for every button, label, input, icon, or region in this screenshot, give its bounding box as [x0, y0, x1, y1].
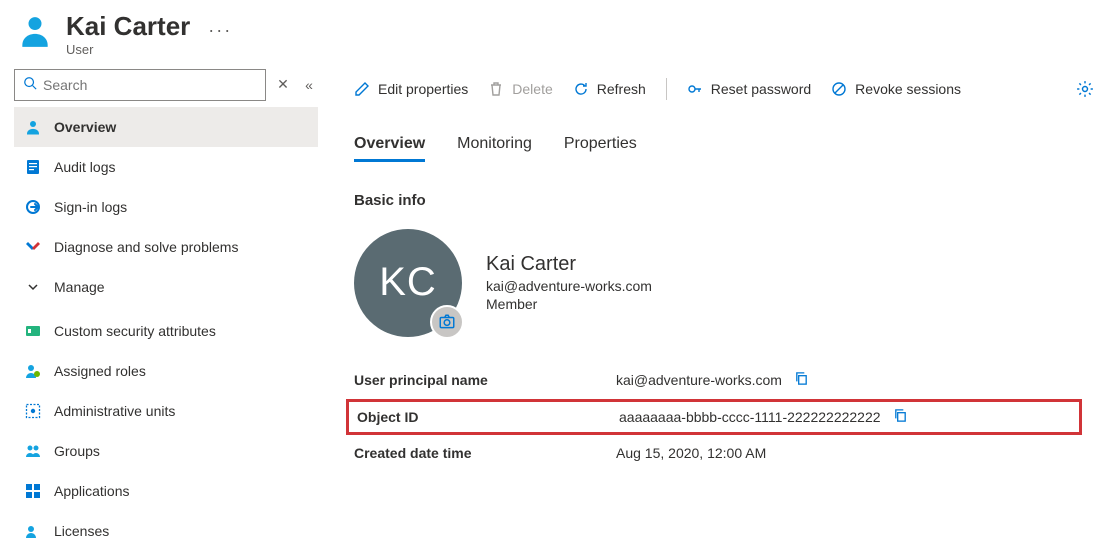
search-icon [23, 76, 37, 93]
audit-log-icon [24, 158, 42, 176]
licenses-icon [24, 522, 42, 540]
settings-button[interactable] [1076, 80, 1100, 98]
sidebar-item-licenses[interactable]: Licenses [14, 511, 318, 550]
collapse-sidebar-button[interactable]: « [300, 77, 318, 93]
profile-name: Kai Carter [486, 253, 652, 276]
tools-icon [24, 238, 42, 256]
reset-password-button[interactable]: Reset password [687, 81, 811, 97]
clear-search-button[interactable]: ✕ [274, 76, 292, 93]
signin-icon [24, 198, 42, 216]
sidebar: ✕ « Overview Audit logs [0, 61, 318, 550]
revoke-sessions-button[interactable]: Revoke sessions [831, 81, 961, 97]
profile-block: KC Kai Carter kai@adventure-works.com Me… [354, 229, 1100, 337]
sidebar-item-admin-units[interactable]: Administrative units [14, 391, 318, 431]
toolbar-divider [666, 78, 667, 100]
tab-monitoring[interactable]: Monitoring [457, 135, 532, 162]
edit-properties-button[interactable]: Edit properties [354, 81, 468, 97]
page-title: Kai Carter [66, 12, 190, 41]
profile-member-type: Member [486, 296, 652, 312]
created-label: Created date time [354, 445, 604, 461]
sidebar-item-custom-security[interactable]: Custom security attributes [14, 311, 318, 351]
person-icon [24, 118, 42, 136]
sidebar-item-label: Applications [54, 483, 130, 499]
tab-properties[interactable]: Properties [564, 135, 637, 162]
sidebar-item-audit-logs[interactable]: Audit logs [14, 147, 318, 187]
copy-upn-button[interactable] [794, 371, 809, 389]
search-input-wrapper[interactable] [14, 69, 266, 101]
object-id-row-highlighted: Object ID aaaaaaaa-bbbb-cccc-1111-222222… [346, 399, 1082, 435]
user-icon [16, 12, 54, 50]
sidebar-item-applications[interactable]: Applications [14, 471, 318, 511]
chevron-down-icon [24, 278, 42, 296]
profile-email: kai@adventure-works.com [486, 278, 652, 294]
more-actions-button[interactable]: ··· [208, 12, 232, 41]
sidebar-group-manage[interactable]: Manage [14, 267, 318, 307]
search-input[interactable] [37, 76, 257, 94]
object-id-value: aaaaaaaa-bbbb-cccc-1111-222222222222 [619, 409, 881, 425]
object-id-label: Object ID [357, 409, 607, 425]
sidebar-item-assigned-roles[interactable]: Assigned roles [14, 351, 318, 391]
change-photo-button[interactable] [430, 305, 464, 339]
avatar: KC [354, 229, 462, 337]
delete-button: Delete [488, 81, 552, 97]
groups-icon [24, 442, 42, 460]
sidebar-item-label: Overview [54, 119, 116, 135]
apps-icon [24, 482, 42, 500]
security-card-icon [24, 322, 42, 340]
sidebar-item-label: Groups [54, 443, 100, 459]
upn-value: kai@adventure-works.com [616, 372, 782, 388]
sidebar-item-signin-logs[interactable]: Sign-in logs [14, 187, 318, 227]
sidebar-item-label: Diagnose and solve problems [54, 239, 238, 255]
created-value: Aug 15, 2020, 12:00 AM [616, 445, 766, 461]
sidebar-item-label: Licenses [54, 523, 109, 539]
basic-info-heading: Basic info [354, 192, 1100, 209]
admin-units-icon [24, 402, 42, 420]
tabs: Overview Monitoring Properties [354, 135, 1100, 162]
sidebar-item-label: Sign-in logs [54, 199, 127, 215]
roles-icon [24, 362, 42, 380]
sidebar-item-label: Assigned roles [54, 363, 146, 379]
sidebar-item-diagnose[interactable]: Diagnose and solve problems [14, 227, 318, 267]
basic-info-fields: User principal name kai@adventure-works.… [354, 371, 1074, 461]
refresh-button[interactable]: Refresh [573, 81, 646, 97]
tab-overview[interactable]: Overview [354, 135, 425, 162]
sidebar-item-overview[interactable]: Overview [14, 107, 318, 147]
upn-label: User principal name [354, 372, 604, 388]
page-subtitle: User [66, 42, 190, 57]
main-panel: Edit properties Delete Refresh Reset pas… [318, 61, 1100, 550]
sidebar-item-groups[interactable]: Groups [14, 431, 318, 471]
copy-object-id-button[interactable] [893, 408, 908, 426]
page-header: Kai Carter User ··· [0, 0, 1100, 61]
sidebar-item-label: Custom security attributes [54, 323, 216, 339]
toolbar: Edit properties Delete Refresh Reset pas… [354, 69, 1100, 109]
sidebar-item-label: Administrative units [54, 403, 175, 419]
sidebar-group-label: Manage [54, 279, 105, 295]
sidebar-item-label: Audit logs [54, 159, 115, 175]
avatar-initials: KC [379, 260, 437, 305]
